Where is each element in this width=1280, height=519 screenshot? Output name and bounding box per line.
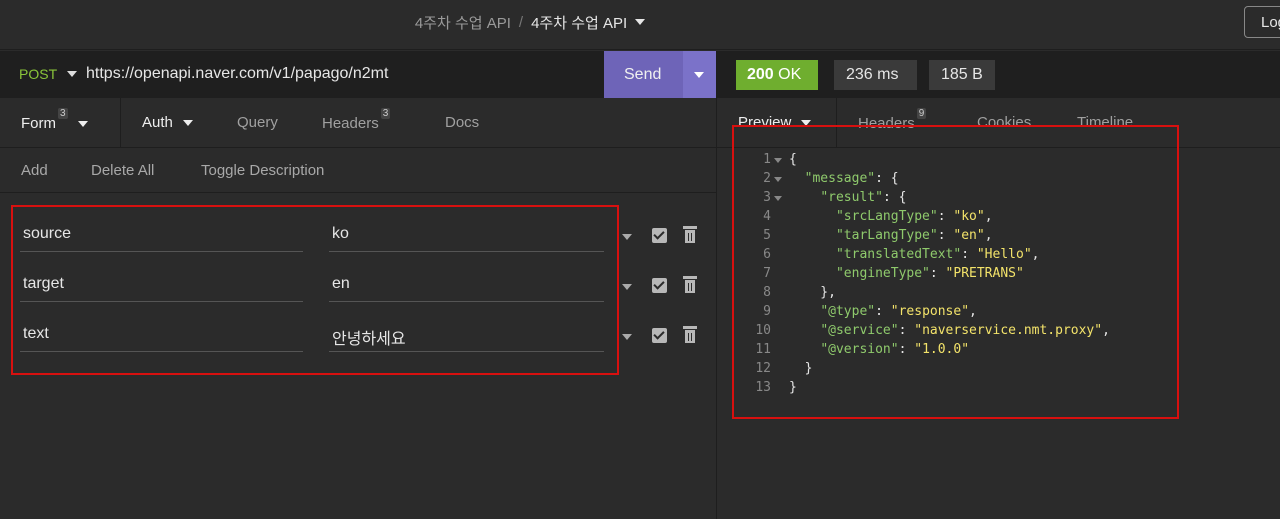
chevron-down-icon[interactable] — [622, 334, 632, 340]
top-bar: 4주차 수업 API / 4주차 수업 API Log — [0, 0, 1280, 50]
chevron-down-icon[interactable] — [635, 19, 646, 25]
tab-query[interactable]: Query — [237, 114, 278, 131]
tab-auth[interactable]: Auth — [142, 114, 193, 131]
trash-icon[interactable] — [683, 226, 697, 244]
tab-headers-count: 3 — [380, 108, 391, 119]
response-status-bar: 200 OK 236 ms 185 B — [717, 51, 1280, 98]
highlight-box-params — [11, 205, 619, 375]
param-enabled-checkbox[interactable] — [652, 278, 667, 293]
chevron-down-icon[interactable] — [622, 284, 632, 290]
breadcrumb-workspace[interactable]: 4주차 수업 API — [415, 12, 511, 33]
breadcrumb-separator: / — [518, 13, 524, 31]
trash-icon[interactable] — [683, 276, 697, 294]
tab-headers[interactable]: Headers3 — [322, 108, 391, 132]
form-actions: Add Delete All Toggle Description — [0, 149, 716, 193]
tab-form-label: Form — [21, 115, 56, 132]
tab-headers-label: Headers — [322, 115, 379, 132]
url-bar: POST https://openapi.naver.com/v1/papago… — [0, 51, 716, 98]
login-button[interactable]: Log — [1244, 6, 1280, 38]
tab-form[interactable]: Form3 — [21, 108, 88, 132]
highlight-box-response — [732, 125, 1179, 419]
status-text: OK — [778, 66, 802, 83]
chevron-down-icon[interactable] — [622, 234, 632, 240]
breadcrumb: 4주차 수업 API / 4주차 수업 API — [0, 0, 1060, 44]
chevron-down-icon[interactable] — [67, 71, 77, 77]
response-size-badge: 185 B — [929, 60, 995, 90]
status-code: 200 — [747, 66, 774, 83]
breadcrumb-collection[interactable]: 4주차 수업 API — [531, 12, 627, 33]
chevron-down-icon — [182, 120, 193, 127]
param-enabled-checkbox[interactable] — [652, 328, 667, 343]
tab-divider — [120, 98, 121, 148]
tab-docs[interactable]: Docs — [445, 114, 479, 131]
send-options-button[interactable] — [683, 51, 716, 98]
status-badge: 200 OK — [736, 60, 818, 90]
send-button[interactable]: Send — [604, 51, 683, 98]
param-enabled-checkbox[interactable] — [652, 228, 667, 243]
chevron-down-icon — [77, 121, 88, 128]
method-selector[interactable]: POST — [19, 66, 57, 82]
trash-icon[interactable] — [683, 326, 697, 344]
add-param-button[interactable]: Add — [21, 162, 48, 179]
response-time-badge: 236 ms — [834, 60, 917, 90]
tab-response-headers-count: 9 — [916, 108, 927, 119]
url-input[interactable]: https://openapi.naver.com/v1/papago/n2mt — [86, 65, 388, 83]
delete-all-button[interactable]: Delete All — [91, 162, 154, 179]
tab-form-count: 3 — [58, 108, 68, 119]
chevron-down-icon — [694, 72, 704, 78]
request-tabs: Form3 Auth Query Headers3 Docs — [0, 98, 716, 148]
toggle-description-button[interactable]: Toggle Description — [201, 162, 324, 179]
tab-auth-label: Auth — [142, 114, 173, 131]
